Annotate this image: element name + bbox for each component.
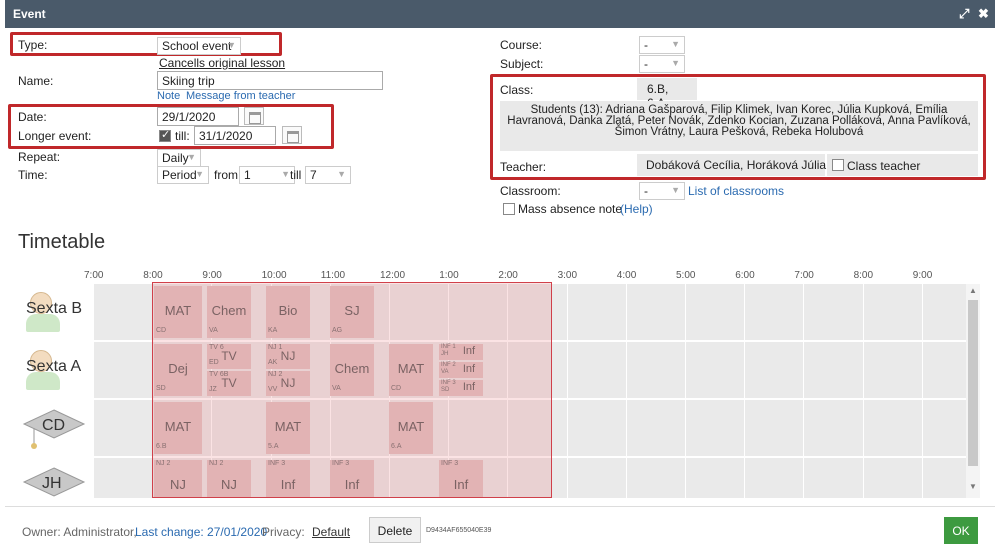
name-label: Name: (18, 74, 54, 88)
hour-label: 6:00 (735, 270, 755, 281)
footer-divider (5, 506, 995, 507)
row-label-cd[interactable]: CD (42, 417, 65, 435)
hour-label: 7:00 (794, 270, 814, 281)
timetable-hours: 7:00 8:00 9:00 10:00 11:00 12:00 1:00 2:00 3:00 4… (8, 268, 988, 282)
privacy-link[interactable]: Default (312, 525, 350, 539)
hour-label: 11:00 (320, 270, 346, 281)
hour-gridline (566, 284, 568, 498)
hour-label: 4:00 (616, 270, 637, 281)
event-selection-overlay[interactable] (152, 282, 552, 498)
classroom-label: Classroom: (500, 184, 561, 198)
hour-label: 2:00 (498, 270, 518, 281)
hour-gridline (862, 284, 864, 498)
record-id: D9434AF655040E39 (426, 527, 492, 534)
teacher-value[interactable]: Dobáková Cecília, Horáková Júlia (637, 154, 826, 176)
time-unit-select[interactable]: Period ▼ (157, 166, 209, 184)
repeat-label: Repeat: (18, 150, 61, 164)
type-highlight (10, 32, 282, 56)
row-label-sexta-b[interactable]: Sexta B (26, 300, 82, 318)
from-period-select[interactable]: 1 ▼ (239, 166, 295, 184)
scroll-up-icon[interactable]: ▲ (969, 286, 977, 295)
note-link[interactable]: Note (157, 90, 180, 102)
class-value[interactable]: 6.B, 6.A (637, 78, 697, 110)
from-label: from (214, 168, 238, 182)
subject-select[interactable]: - ▼ (639, 55, 685, 73)
privacy-label: Privacy: (262, 525, 305, 539)
timetable-panel: 7:00 8:00 9:00 10:00 11:00 12:00 1:00 2:00 3:00 4… (8, 268, 988, 498)
name-input[interactable]: Skiing trip (157, 71, 383, 90)
hour-label: 8:00 (853, 270, 874, 281)
hour-gridline (744, 284, 746, 498)
hour-label: 1:00 (439, 270, 459, 281)
repeat-select[interactable]: Daily ▼ (157, 149, 201, 167)
row-label-jh[interactable]: JH (42, 475, 62, 493)
class-teacher-label: Class teacher (847, 159, 921, 173)
class-label: Class: (500, 83, 534, 97)
list-of-classrooms-link[interactable]: List of classrooms (688, 184, 784, 198)
mass-absence-checkbox[interactable] (503, 203, 515, 215)
cancels-original-lesson-link[interactable]: Cancells original lesson (159, 56, 285, 70)
close-icon[interactable]: ✖ (978, 6, 989, 22)
subject-label: Subject: (500, 57, 544, 71)
resize-icon[interactable]: ⤢ (959, 6, 969, 22)
message-from-teacher-link[interactable]: Message from teacher (186, 90, 295, 102)
till-calendar-icon[interactable] (282, 126, 302, 144)
last-change-link[interactable]: Last change: 27/01/2020 (135, 525, 267, 539)
hour-label: 3:00 (557, 270, 578, 281)
longer-event-checkbox[interactable] (159, 128, 171, 142)
time-label: Time: (18, 168, 48, 182)
dialog-titlebar: Event ⤢ ✖ (5, 0, 995, 28)
class-teacher-checkbox[interactable] (832, 159, 844, 171)
hour-label: 12:00 (380, 270, 406, 281)
course-label: Course: (500, 38, 543, 52)
longer-event-label: Longer event: (18, 129, 92, 143)
till-period-select[interactable]: 7 ▼ (305, 166, 351, 184)
teacher-label: Teacher: (500, 160, 547, 174)
help-link[interactable]: (Help) (620, 202, 653, 216)
students-list: Students (13): Adriana Gašparová, Filip … (500, 101, 978, 151)
hour-label: 8:00 (143, 270, 163, 281)
hour-label: 9:00 (912, 270, 933, 281)
scroll-down-icon[interactable]: ▼ (969, 482, 977, 491)
date-input[interactable]: 29/1/2020 (157, 107, 239, 126)
course-select[interactable]: - ▼ (639, 36, 685, 54)
date-calendar-icon[interactable] (244, 107, 264, 125)
hour-gridline (625, 284, 627, 498)
till-date-input[interactable]: 31/1/2020 (194, 126, 276, 145)
hour-gridline (921, 284, 923, 498)
type-select[interactable]: School event ▼ (157, 37, 241, 55)
classroom-select[interactable]: - ▼ (639, 182, 685, 200)
till-period-label: till (290, 168, 302, 182)
scrollbar-thumb[interactable] (968, 300, 978, 466)
hour-gridline (685, 284, 686, 498)
hour-label: 10:00 (261, 270, 287, 281)
dialog-title: Event (13, 7, 46, 21)
ok-button[interactable]: OK (944, 517, 978, 544)
owner-text: Owner: Administrator, (22, 525, 137, 539)
hour-gridline (803, 284, 805, 498)
mass-absence-label: Mass absence note (518, 202, 623, 216)
till-label: till: (175, 129, 190, 143)
type-label: Type: (18, 38, 48, 52)
delete-button[interactable]: Delete (369, 517, 421, 543)
date-label: Date: (18, 110, 47, 124)
hour-label: 7:00 (84, 270, 104, 281)
hour-label: 5:00 (676, 270, 696, 281)
hour-label: 9:00 (202, 270, 222, 281)
timetable-title: Timetable (18, 231, 106, 253)
row-label-sexta-a[interactable]: Sexta A (26, 358, 81, 376)
